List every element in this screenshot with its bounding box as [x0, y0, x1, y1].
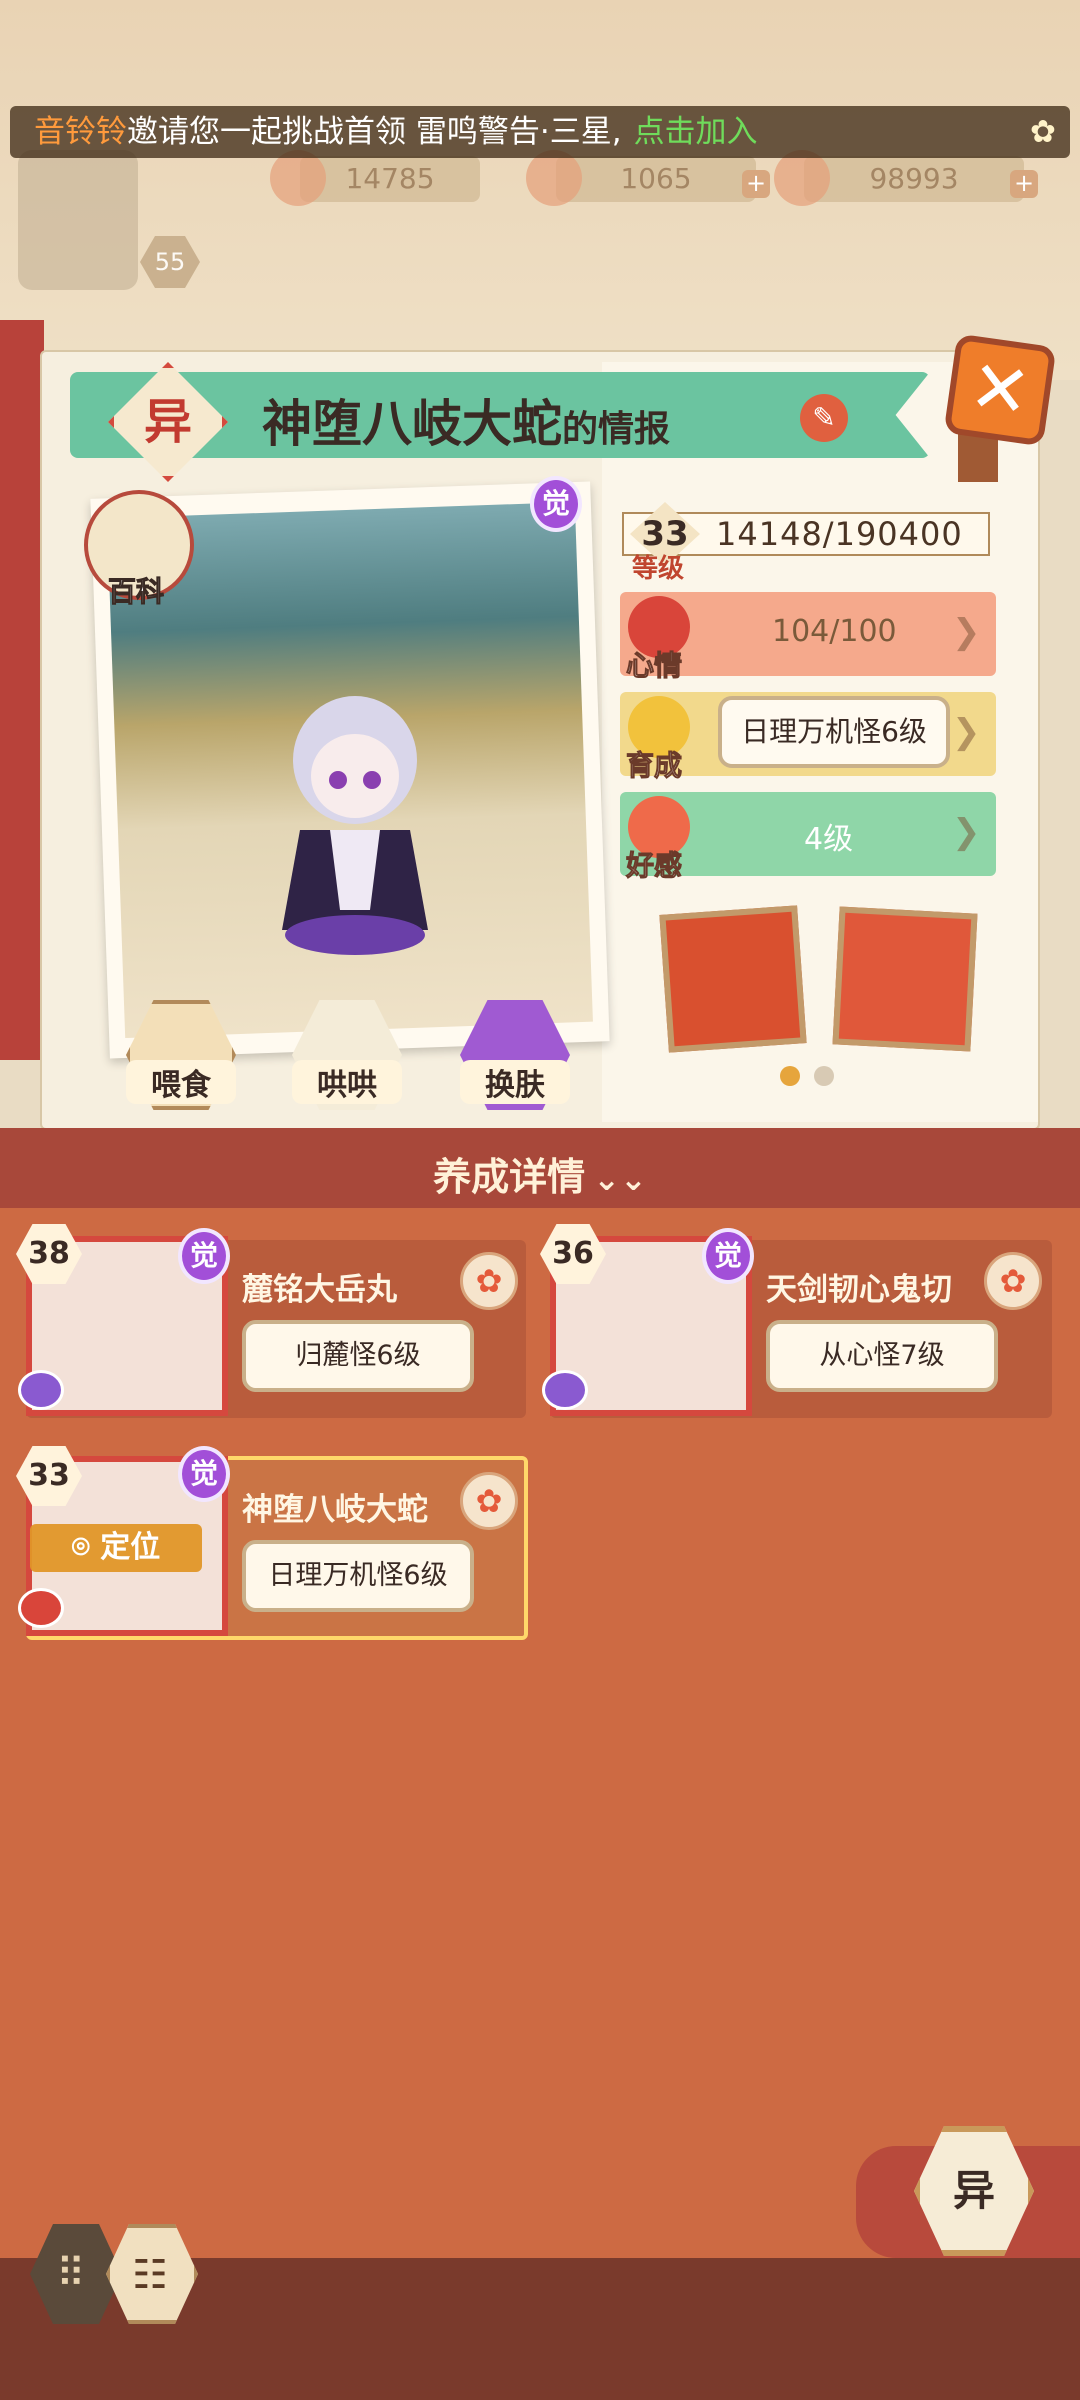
affinity-arrow-icon: ❯ [952, 812, 981, 852]
chevron-down-icon: ⌄⌄ [593, 1160, 647, 1198]
book-spine [0, 320, 44, 1060]
player-avatar[interactable] [18, 150, 138, 290]
invite-sender: 音铃铃 [34, 114, 127, 150]
growth-title-pill: 日理万机怪6级 [718, 696, 950, 768]
mood-mini-icon [18, 1370, 64, 1410]
locate-label: 定位 [100, 1530, 161, 1565]
shikigami-name: 天剑韧心鬼切 [766, 1272, 952, 1308]
shikigami-growth-pill: 从心怪7级 [766, 1320, 998, 1392]
daruma-card[interactable] [832, 906, 978, 1052]
carousel-dot[interactable] [814, 1066, 834, 1086]
mood-label: 心情 [625, 649, 683, 683]
affinity-value: 4级 [804, 822, 854, 857]
location-pin-icon: ⌾ [71, 1530, 101, 1565]
coax-label: 哄哄 [292, 1060, 402, 1104]
awaken-badge: 觉 [530, 476, 582, 532]
resource-jade-value: 14785 [345, 162, 435, 195]
carousel-dot-active[interactable] [780, 1066, 800, 1086]
encyclopedia-label: 百科 [107, 575, 165, 609]
grid-view-icon: ⠿ [56, 2251, 86, 2297]
locate-button[interactable]: ⌾ 定位 [30, 1524, 202, 1572]
mood-arrow-icon: ❯ [952, 612, 981, 652]
stamina-icon [526, 150, 582, 206]
mood-mini-icon [18, 1588, 64, 1628]
level-label: 等级 [632, 554, 685, 584]
star-icon[interactable]: ✿ [460, 1252, 518, 1310]
resource-jade[interactable]: 14785 [270, 150, 480, 206]
resource-stamina-value: 1065 [620, 162, 692, 195]
resource-gold[interactable]: 98993 + [774, 150, 1038, 206]
jade-icon [270, 150, 326, 206]
affinity-label: 好感 [625, 849, 683, 883]
edit-name-button[interactable]: ✎ [800, 394, 848, 442]
shikigami-chibi-figure[interactable] [270, 680, 440, 960]
awaken-badge: 觉 [702, 1228, 754, 1284]
star-icon[interactable]: ✿ [460, 1472, 518, 1530]
add-gold-button[interactable]: + [1010, 170, 1038, 198]
title-suffix: 的情报 [562, 409, 671, 450]
details-toggle[interactable]: 养成详情 ⌄⌄ [0, 1146, 1080, 1201]
title-shikigami-name: 神堕八岐大蛇 [262, 395, 562, 453]
feed-label: 喂食 [126, 1060, 236, 1104]
shikigami-growth-pill: 归麓怪6级 [242, 1320, 474, 1392]
shikigami-growth-pill: 日理万机怪6级 [242, 1540, 474, 1612]
details-label: 养成详情 [433, 1155, 586, 1199]
awaken-badge: 觉 [178, 1446, 230, 1502]
invite-join-link[interactable]: 点击加入 [634, 114, 758, 150]
food-card[interactable] [659, 905, 807, 1053]
close-button[interactable]: ✕ [943, 333, 1057, 447]
resource-gold-value: 98993 [869, 162, 959, 195]
mood-mini-icon [542, 1370, 588, 1410]
list-view-icon: ☷ [132, 2252, 168, 2298]
mood-value: 104/100 [772, 614, 897, 649]
shikigami-name: 神堕八岐大蛇 [242, 1492, 428, 1528]
resource-stamina[interactable]: 1065 + [526, 150, 770, 206]
page-title: 神堕八岐大蛇的情报 [262, 384, 670, 456]
add-stamina-button[interactable]: + [742, 170, 770, 198]
awaken-badge: 觉 [178, 1228, 230, 1284]
shikigami-name: 麓铭大岳丸 [242, 1272, 397, 1308]
flower-icon: ✿ [1030, 114, 1056, 150]
growth-arrow-icon: ❯ [952, 712, 981, 752]
skin-label: 换肤 [460, 1060, 570, 1104]
coin-icon [774, 150, 830, 206]
invite-message: 邀请您一起挑战首领 雷鸣警告·三星, [127, 114, 622, 150]
star-icon[interactable]: ✿ [984, 1252, 1042, 1310]
growth-label: 育成 [625, 749, 683, 783]
invite-banner[interactable]: 音铃铃邀请您一起挑战首领 雷鸣警告·三星, 点击加入 ✿ [10, 106, 1070, 158]
